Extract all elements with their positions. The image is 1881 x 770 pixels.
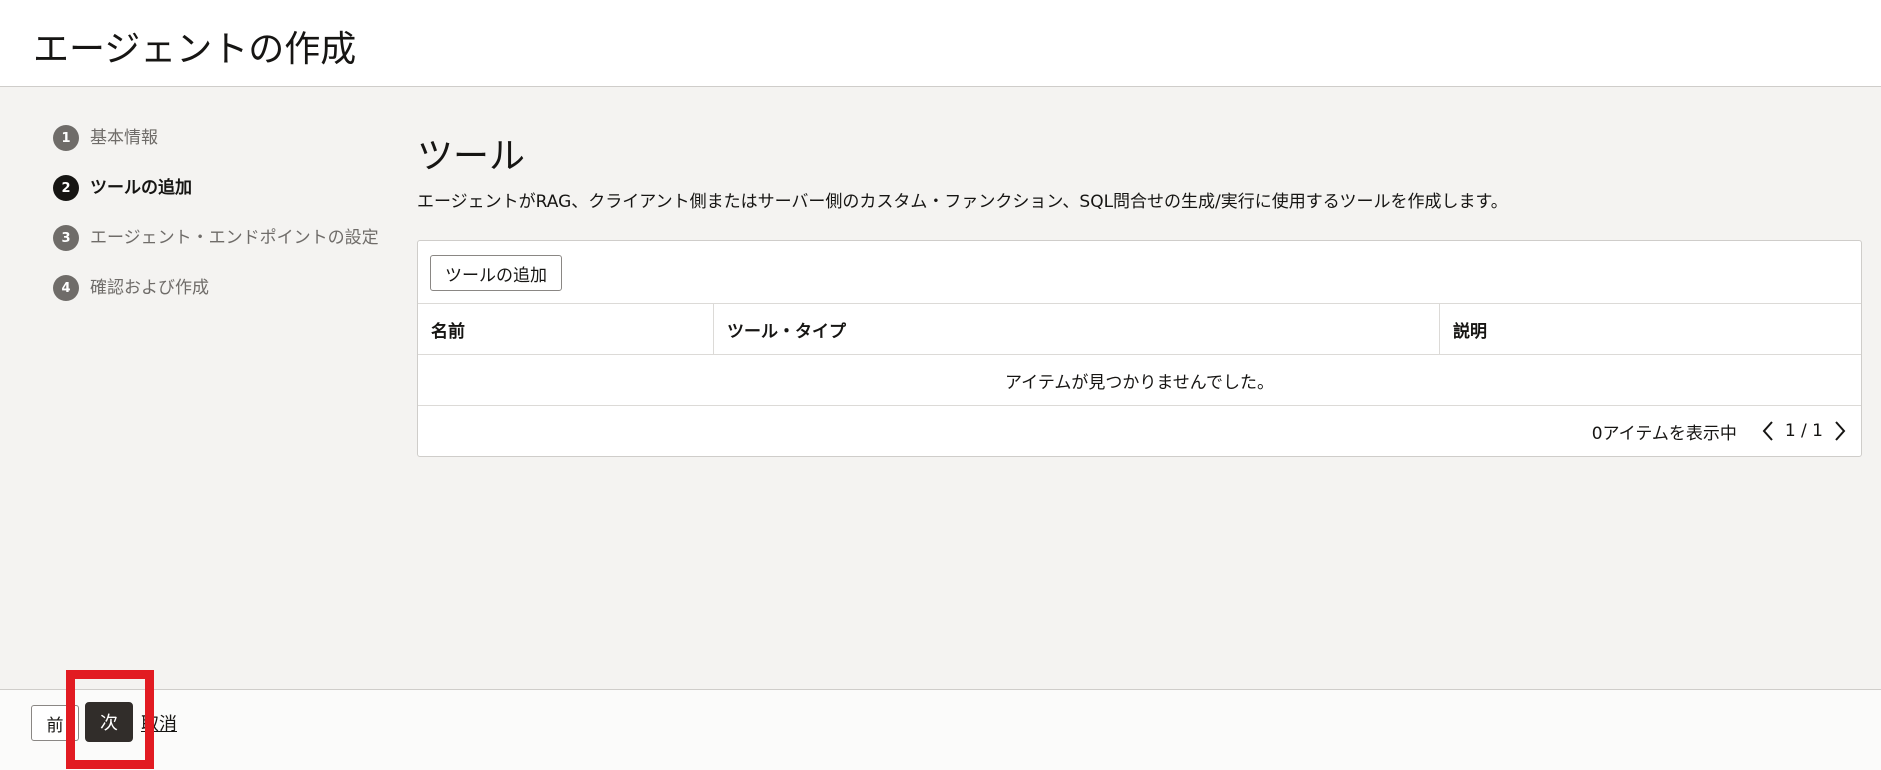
- page-indicator: 1 / 1: [1784, 421, 1823, 441]
- step-number-badge: 3: [53, 225, 79, 251]
- section-title: ツール: [417, 136, 526, 177]
- main-content: ツール エージェントがRAG、クライアント側またはサーバー側のカスタム・ファンク…: [417, 135, 1862, 212]
- column-header-description[interactable]: 説明: [1440, 304, 1861, 354]
- column-header-tool-type[interactable]: ツール・タイプ: [714, 304, 1440, 354]
- empty-message: アイテムが見つかりませんでした。: [418, 355, 1861, 406]
- wizard-steps: 1 基本情報 2 ツールの追加 3 エージェント・エンドポイントの設定 4 確認…: [53, 125, 393, 325]
- table-pagination: 0アイテムを表示中 1 / 1: [418, 406, 1861, 456]
- step-label: ツールの追加: [90, 178, 192, 198]
- table-toolbar: ツールの追加: [418, 241, 1861, 304]
- step-label: エージェント・エンドポイントの設定: [90, 228, 379, 248]
- chevron-right-icon[interactable]: [1827, 416, 1853, 446]
- wizard-footer: 前 次 取消: [0, 689, 1881, 770]
- tools-table: ツールの追加 名前 ツール・タイプ 説明 アイテムが見つかりませんでした。 0ア…: [417, 240, 1862, 457]
- table-header: 名前 ツール・タイプ 説明: [418, 304, 1861, 355]
- column-header-name[interactable]: 名前: [418, 304, 714, 354]
- add-tool-button[interactable]: ツールの追加: [430, 255, 562, 291]
- page-header: エージェントの作成: [0, 0, 1881, 87]
- step-label: 確認および作成: [90, 278, 209, 298]
- previous-button[interactable]: 前: [31, 705, 79, 741]
- step-number-badge: 1: [53, 125, 79, 151]
- step-add-tools[interactable]: 2 ツールの追加: [53, 175, 393, 225]
- step-number-badge: 4: [53, 275, 79, 301]
- step-basic-info[interactable]: 1 基本情報: [53, 125, 393, 175]
- cancel-link[interactable]: 取消: [141, 710, 177, 736]
- step-endpoint-settings[interactable]: 3 エージェント・エンドポイントの設定: [53, 225, 393, 275]
- item-count: 0アイテムを表示中: [1591, 423, 1737, 444]
- step-review-create[interactable]: 4 確認および作成: [53, 275, 393, 325]
- next-button[interactable]: 次: [85, 702, 133, 742]
- step-number-badge: 2: [53, 175, 79, 201]
- chevron-left-icon[interactable]: [1755, 416, 1781, 446]
- page-title: エージェントの作成: [33, 29, 357, 70]
- section-description: エージェントがRAG、クライアント側またはサーバー側のカスタム・ファンクション、…: [417, 192, 1508, 212]
- step-label: 基本情報: [90, 128, 158, 148]
